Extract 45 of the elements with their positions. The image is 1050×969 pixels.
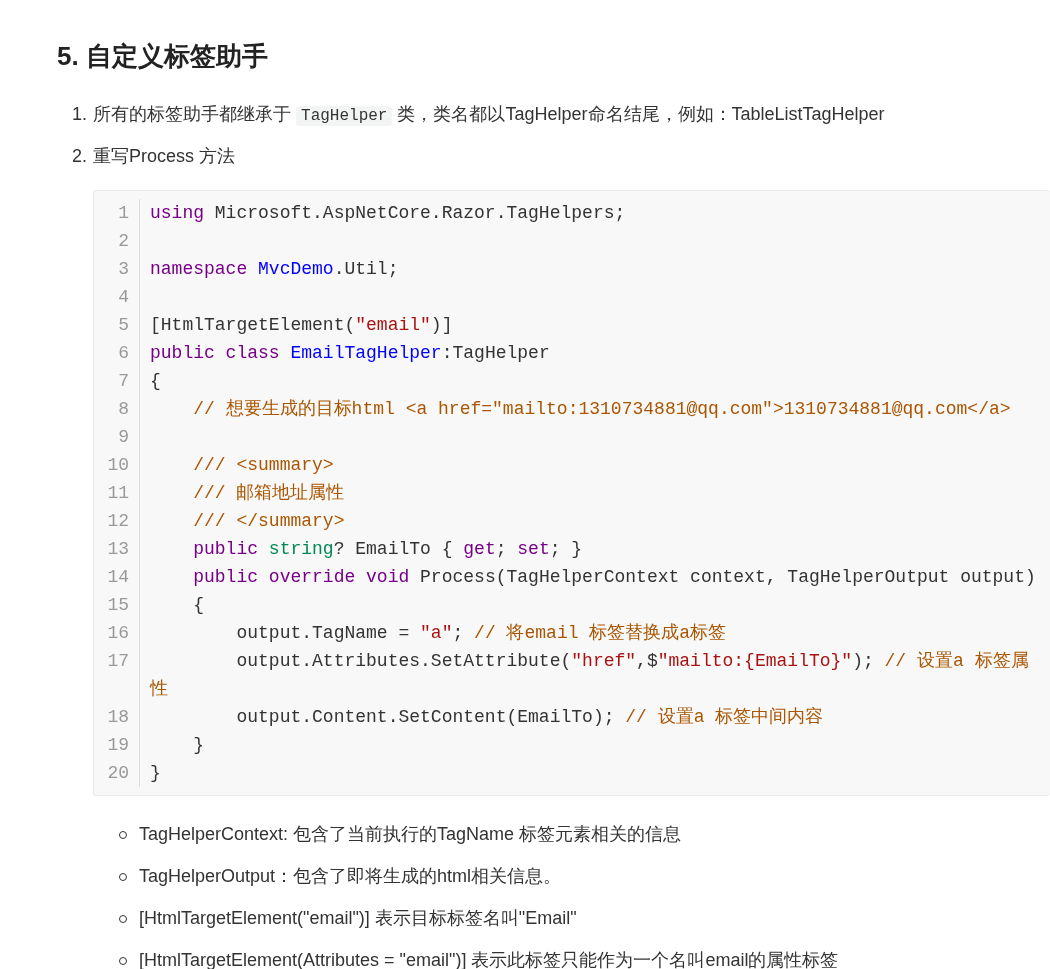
code-line: }	[192, 733, 206, 757]
code-line: output.Attributes.SetAttribute("href",$"mailto:{EmailTo}"); // 设置a 标签属性	[148, 649, 1030, 701]
list-item-text: 重写Process 方法	[93, 145, 236, 169]
code-line: /// </summary>	[192, 509, 346, 533]
list-item-text: 所有的标签助手都继承于 TagHelper 类，类名都以TagHelper命名结尾，例如：TableListTagHelper	[93, 103, 885, 129]
line-number: 9	[94, 422, 140, 451]
line-number: 20	[94, 758, 140, 787]
line-number: 5	[94, 310, 140, 339]
code-line: public override void Process(TagHelperContext context, TagHelperOutput output)	[192, 565, 1037, 589]
line-number: 8	[94, 394, 140, 423]
line-number: 16	[94, 618, 140, 647]
code-line: public string? EmailTo { get; set; }	[192, 537, 584, 561]
line-number: 19	[94, 730, 140, 759]
line-number: 4	[94, 282, 140, 311]
list-item-text: [HtmlTargetElement("email")] 表示目标标签名叫"Email"	[139, 907, 577, 931]
code-line: {	[192, 593, 206, 617]
line-number: 14	[94, 562, 140, 591]
section-heading: 5. 自定义标签助手	[57, 40, 269, 73]
code-line: using Microsoft.AspNetCore.Razor.TagHelpers;	[149, 201, 627, 225]
line-number: 2	[94, 226, 140, 255]
code-line: {	[149, 369, 162, 393]
line-number: 13	[94, 534, 140, 563]
line-number: 10	[94, 450, 140, 479]
code-line: public class EmailTagHelper:TagHelper	[149, 341, 551, 365]
line-number: 11	[94, 478, 140, 507]
line-number: 7	[94, 366, 140, 395]
line-number: 1	[94, 198, 140, 227]
code-line: // 想要生成的目标html <a href="mailto:1310734881@qq.com">1310734881@qq.com</a>	[192, 397, 1012, 421]
list-number: 1.	[72, 103, 87, 127]
line-number: 17	[94, 646, 140, 703]
list-item-text: TagHelperContext: 包含了当前执行的TagName 标签元素相关的信息	[139, 823, 682, 847]
code-line: namespace MvcDemo.Util;	[149, 257, 400, 281]
code-line: output.TagName = "a"; // 将email 标签替换成a标签	[235, 621, 728, 645]
line-number: 12	[94, 506, 140, 535]
code-line: /// <summary>	[192, 453, 335, 477]
code-line: }	[149, 761, 162, 785]
line-number: 6	[94, 338, 140, 367]
line-number: 18	[94, 702, 140, 731]
list-number: 2.	[72, 145, 87, 169]
code-line: output.Content.SetContent(EmailTo); // 设置a 标签中间内容	[235, 705, 825, 729]
code-line: [HtmlTargetElement("email")]	[149, 313, 454, 337]
code-line: /// 邮箱地址属性	[192, 481, 346, 505]
line-number: 3	[94, 254, 140, 283]
line-number: 15	[94, 590, 140, 619]
list-item-text: TagHelperOutput：包含了即将生成的html相关信息。	[139, 865, 562, 889]
